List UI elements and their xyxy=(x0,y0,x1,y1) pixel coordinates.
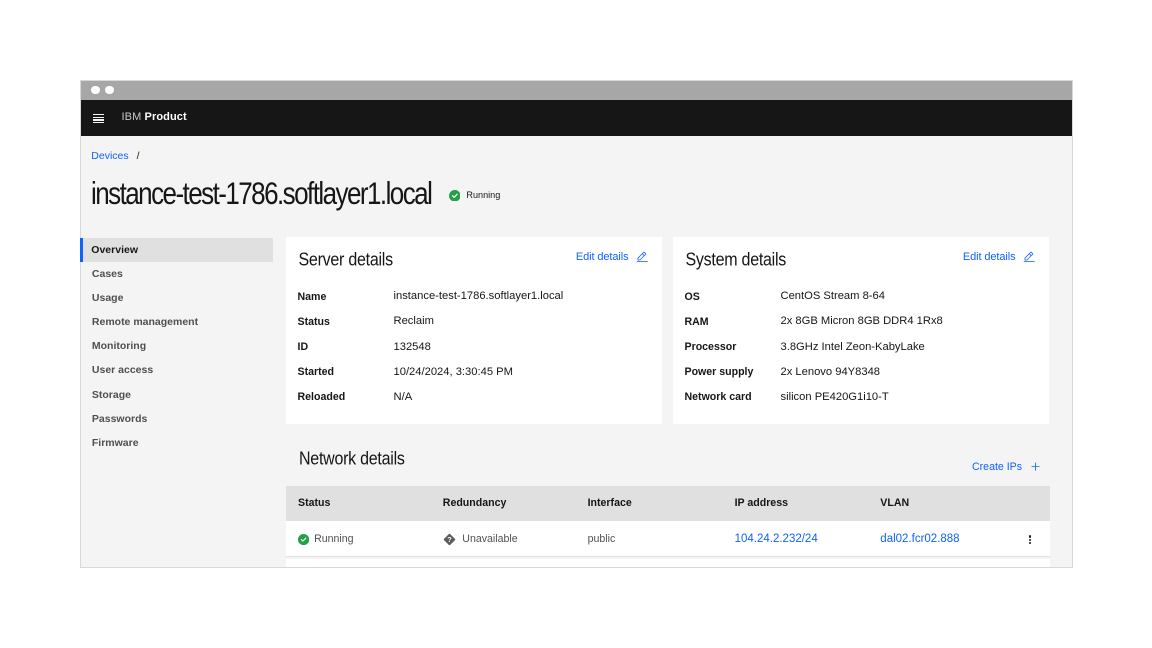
svg-text:?: ? xyxy=(447,535,452,544)
